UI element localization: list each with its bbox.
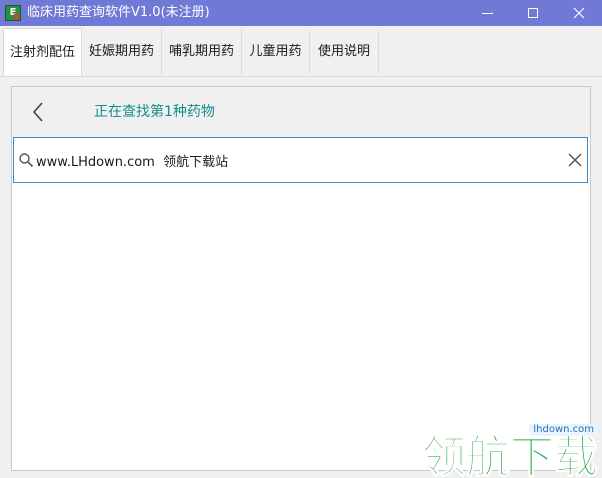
maximize-button[interactable] (510, 0, 556, 26)
tab-injection-compatibility[interactable]: 注射剂配伍 (3, 28, 82, 76)
watermark-url: lhdown.com (529, 424, 598, 436)
maximize-icon (528, 8, 538, 18)
chevron-left-icon (32, 102, 43, 122)
minimize-icon (481, 12, 493, 14)
title-bar: E 临床用药查询软件V1.0(未注册) (0, 0, 602, 26)
tab-lactation[interactable]: 哺乳期用药 (162, 30, 242, 74)
svg-text:领航下载: 领航下载 (422, 432, 598, 478)
close-button[interactable] (556, 0, 602, 26)
tab-bar: 注射剂配伍 妊娠期用药 哺乳期用药 儿童用药 使用说明 (0, 26, 602, 77)
search-status: 正在查找第1种药物 (94, 104, 215, 120)
search-input[interactable] (36, 144, 556, 176)
search-icon (19, 153, 34, 168)
tab-children[interactable]: 儿童用药 (242, 30, 310, 74)
close-icon (573, 7, 585, 19)
app-icon: E (5, 5, 21, 21)
window-title: 临床用药查询软件V1.0(未注册) (27, 5, 210, 20)
tab-instructions[interactable]: 使用说明 (310, 30, 379, 74)
watermark: 领航下载 lhdown.com (420, 420, 602, 478)
back-button[interactable] (26, 99, 52, 125)
search-page: 正在查找第1种药物 (11, 86, 591, 471)
tab-pregnancy[interactable]: 妊娠期用药 (82, 30, 162, 74)
minimize-button[interactable] (464, 0, 510, 26)
search-box[interactable] (13, 137, 588, 183)
clear-icon[interactable] (567, 152, 583, 168)
page-header: 正在查找第1种药物 (12, 87, 590, 137)
